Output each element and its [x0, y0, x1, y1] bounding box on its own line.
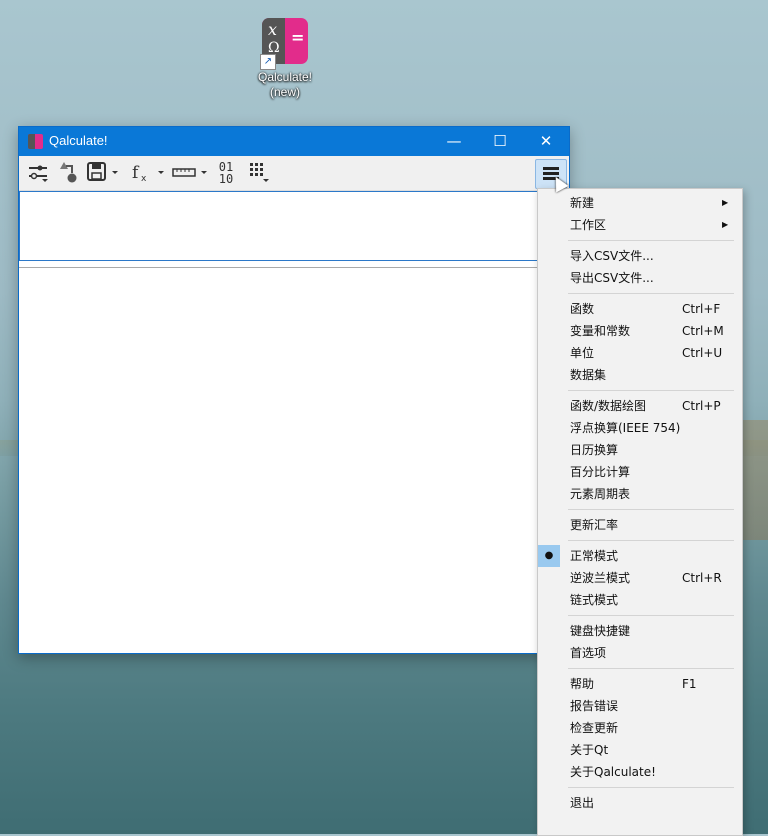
store-button[interactable] — [55, 161, 81, 185]
menu-item-periodic-table[interactable]: 元素周期表 — [538, 483, 742, 505]
close-button[interactable]: ✕ — [523, 127, 569, 156]
menu-item-units[interactable]: 单位 Ctrl+U — [538, 342, 742, 364]
menu-item-plot[interactable]: 函数/数据绘图 Ctrl+P — [538, 395, 742, 417]
radio-bullet-icon: ● — [538, 545, 560, 567]
units-button[interactable] — [171, 161, 211, 185]
menu-item-rpn-mode[interactable]: 逆波兰模式 Ctrl+R — [538, 567, 742, 589]
desktop-shortcut-qalculate[interactable]: x Ω = ↗ Qalculate! (new) — [252, 18, 318, 100]
menu-separator — [568, 615, 734, 616]
ruler-icon — [172, 168, 207, 177]
shortcut-arrow-icon: ↗ — [260, 54, 276, 70]
menu-item-functions[interactable]: 函数 Ctrl+F — [538, 298, 742, 320]
functions-button[interactable]: f x — [129, 161, 169, 185]
menu-item-chain-mode[interactable]: 链式模式 — [538, 589, 742, 611]
menu-item-about-qalculate[interactable]: 关于Qalculate! — [538, 761, 742, 783]
window-title: Qalculate! — [49, 133, 108, 148]
function-fx-icon: f x — [132, 163, 164, 184]
store-icon — [60, 162, 77, 183]
menu-item-float-conversion[interactable]: 浮点换算(IEEE 754) — [538, 417, 742, 439]
svg-text:f: f — [132, 163, 140, 183]
toolbar: f x 01 10 — [19, 156, 569, 191]
menu-item-calendar[interactable]: 日历换算 — [538, 439, 742, 461]
menu-item-datasets[interactable]: 数据集 — [538, 364, 742, 386]
menu-item-update-rates[interactable]: 更新汇率 — [538, 514, 742, 536]
menu-separator — [568, 509, 734, 510]
minimize-button[interactable]: — — [431, 127, 477, 156]
menu-item-preferences[interactable]: 首选项 — [538, 642, 742, 664]
menu-item-quit[interactable]: 退出 — [538, 792, 742, 814]
menu-separator — [568, 787, 734, 788]
menu-item-new[interactable]: 新建 ▶ — [538, 192, 742, 214]
floppy-icon — [87, 162, 118, 181]
menu-item-export-csv[interactable]: 导出CSV文件... — [538, 267, 742, 289]
qalculate-window: Qalculate! — ☐ ✕ f x 01 10 — [18, 126, 570, 654]
menu-item-workspace[interactable]: 工作区 ▶ — [538, 214, 742, 236]
expression-input[interactable] — [19, 191, 567, 261]
menu-item-keyboard-shortcuts[interactable]: 键盘快捷键 — [538, 620, 742, 642]
mode-settings-button[interactable] — [25, 161, 51, 185]
menu-separator — [568, 390, 734, 391]
main-menu: 新建 ▶ 工作区 ▶ 导入CSV文件... 导出CSV文件... 函数 Ctrl+F … — [537, 188, 743, 836]
keypad-grid-icon — [250, 163, 269, 182]
sliders-icon — [29, 165, 48, 182]
maximize-button[interactable]: ☐ — [477, 127, 523, 156]
menu-separator — [568, 293, 734, 294]
menu-separator — [568, 540, 734, 541]
menu-item-normal-mode[interactable]: ● 正常模式 — [538, 545, 742, 567]
app-icon — [28, 134, 43, 149]
submenu-arrow-icon: ▶ — [722, 198, 729, 207]
title-bar[interactable]: Qalculate! — ☐ ✕ — [19, 127, 569, 156]
menu-item-report-bug[interactable]: 报告错误 — [538, 695, 742, 717]
result-history-area[interactable] — [19, 267, 567, 652]
menu-item-help[interactable]: 帮助 F1 — [538, 673, 742, 695]
menu-item-variables[interactable]: 变量和常数 Ctrl+M — [538, 320, 742, 342]
menu-separator — [568, 240, 734, 241]
number-base-button[interactable]: 01 10 — [213, 161, 239, 185]
menu-item-import-csv[interactable]: 导入CSV文件... — [538, 245, 742, 267]
submenu-arrow-icon: ▶ — [722, 220, 729, 229]
svg-text:x: x — [141, 174, 147, 183]
save-button[interactable] — [85, 161, 123, 185]
menu-item-check-updates[interactable]: 检查更新 — [538, 717, 742, 739]
keypad-button[interactable] — [245, 161, 273, 185]
menu-item-about-qt[interactable]: 关于Qt — [538, 739, 742, 761]
menu-separator — [568, 668, 734, 669]
desktop-icon-label: Qalculate! (new) — [257, 70, 313, 99]
menu-item-percentage[interactable]: 百分比计算 — [538, 461, 742, 483]
